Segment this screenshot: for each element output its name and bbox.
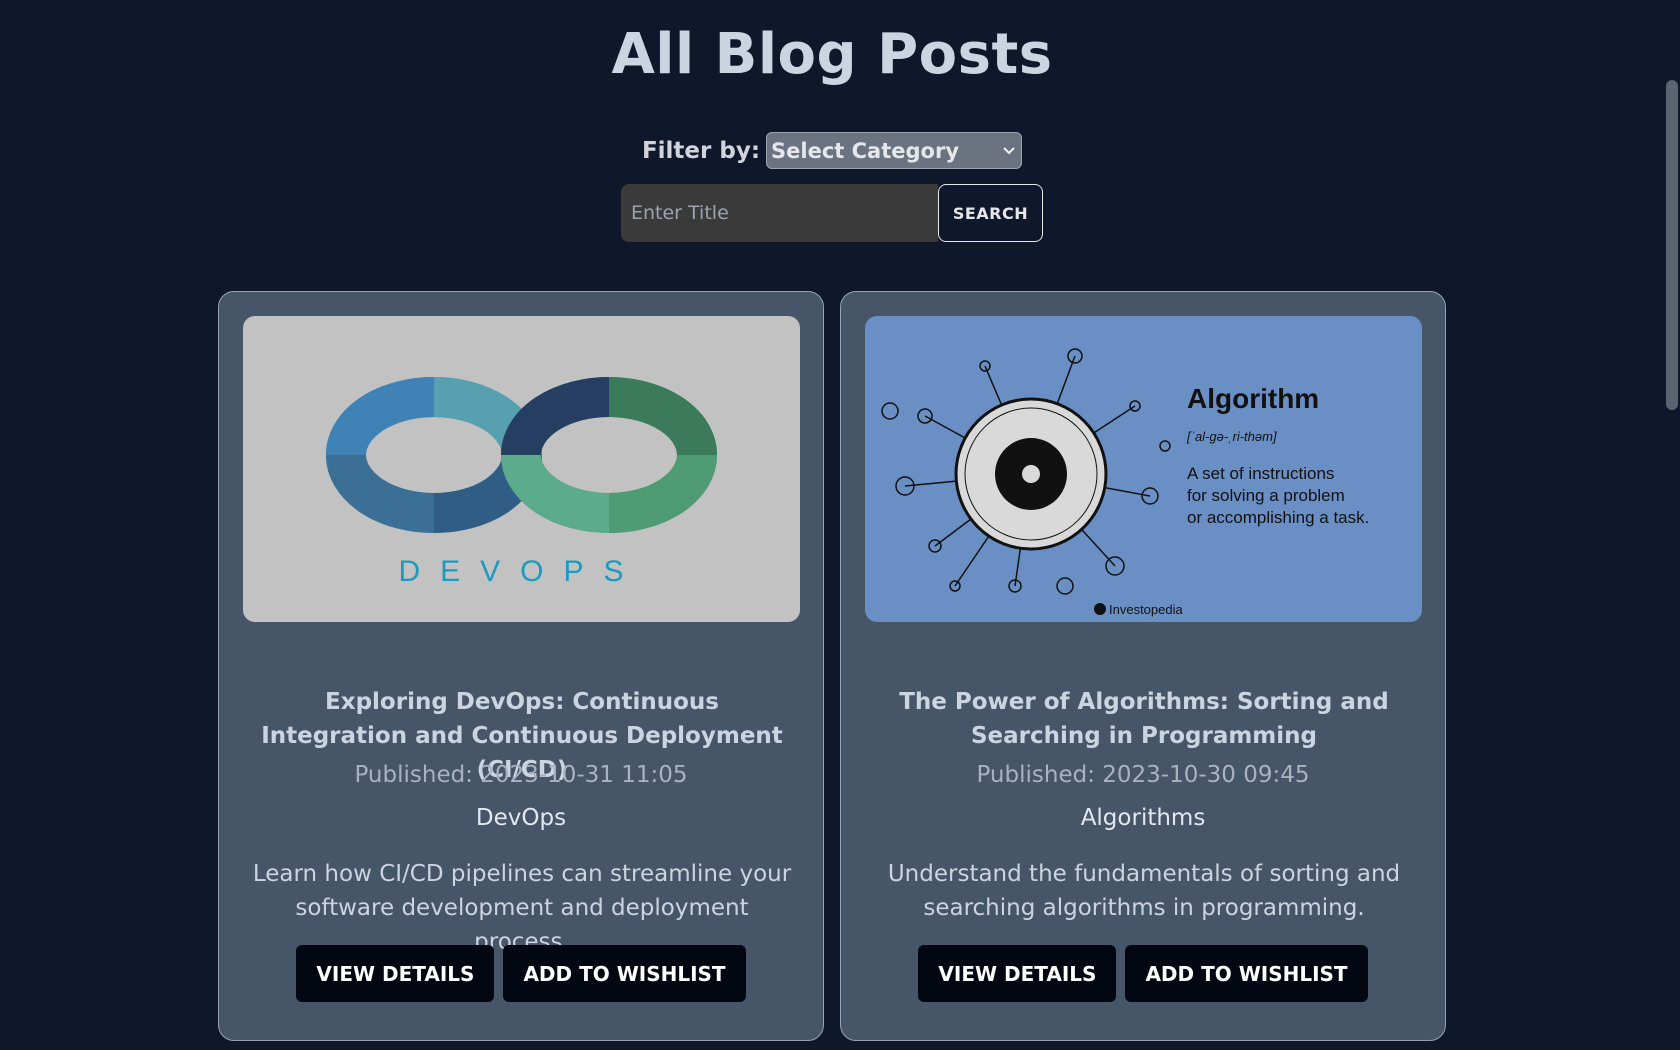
devops-infinity-icon: DEVOPS: [243, 316, 800, 622]
filter-label: Filter by:: [641, 137, 761, 164]
post-description: Understand the fundamentals of sorting a…: [887, 861, 1401, 921]
post-image: DEVOPS: [243, 316, 800, 622]
category-select[interactable]: Select Category: [766, 132, 1023, 169]
post-category: Algorithms: [1080, 805, 1206, 831]
post-image: Algorithm [ˈal-gə-ˌri-thəm] A set of ins…: [865, 316, 1422, 622]
search-row: Enter Title SEARCH: [0, 184, 1664, 242]
algorithm-image-def-1: A set of instructions: [1187, 464, 1334, 483]
page-title: All Blog Posts: [611, 22, 1053, 87]
algorithm-image-def-3: or accomplishing a task.: [1187, 508, 1369, 527]
algorithm-image-def-2: for solving a problem: [1187, 486, 1345, 505]
post-title: The Power of Algorithms: Sorting and Sea…: [899, 689, 1389, 749]
devops-image-text: DEVOPS: [398, 555, 643, 588]
post-description: Learn how CI/CD pipelines can streamline…: [252, 861, 792, 955]
category-select-value: Select Category: [771, 138, 960, 163]
investopedia-logo-text: Investopedia: [1109, 602, 1183, 617]
page-scrollbar[interactable]: [1664, 0, 1680, 1050]
view-details-button[interactable]: VIEW DETAILS: [918, 945, 1117, 1002]
post-actions: VIEW DETAILS ADD TO WISHLIST: [841, 945, 1445, 1002]
add-to-wishlist-button[interactable]: ADD TO WISHLIST: [1125, 945, 1368, 1002]
search-placeholder: Enter Title: [631, 202, 729, 224]
filter-row: Filter by: Select Category: [0, 132, 1664, 169]
post-date: Published: 2023-10-31 11:05: [354, 762, 688, 788]
post-actions: VIEW DETAILS ADD TO WISHLIST: [219, 945, 823, 1002]
algorithm-image-heading: Algorithm: [1187, 383, 1319, 414]
post-date: Published: 2023-10-30 09:45: [976, 762, 1310, 788]
post-card: DEVOPS Exploring DevOps: Continuous Inte…: [218, 291, 824, 1041]
post-card: Algorithm [ˈal-gə-ˌri-thəm] A set of ins…: [840, 291, 1446, 1041]
add-to-wishlist-button[interactable]: ADD TO WISHLIST: [503, 945, 746, 1002]
search-button[interactable]: SEARCH: [938, 184, 1043, 242]
scrollbar-thumb[interactable]: [1666, 80, 1678, 410]
title-search-input[interactable]: Enter Title: [621, 184, 938, 242]
view-details-button[interactable]: VIEW DETAILS: [296, 945, 495, 1002]
chevron-down-icon: [1003, 144, 1015, 158]
post-category: DevOps: [475, 805, 567, 831]
algorithm-gear-icon: Algorithm [ˈal-gə-ˌri-thəm] A set of ins…: [865, 316, 1422, 622]
algorithm-image-pronunciation: [ˈal-gə-ˌri-thəm]: [1186, 429, 1277, 444]
blog-page: All Blog Posts Filter by: Select Categor…: [0, 0, 1680, 1050]
